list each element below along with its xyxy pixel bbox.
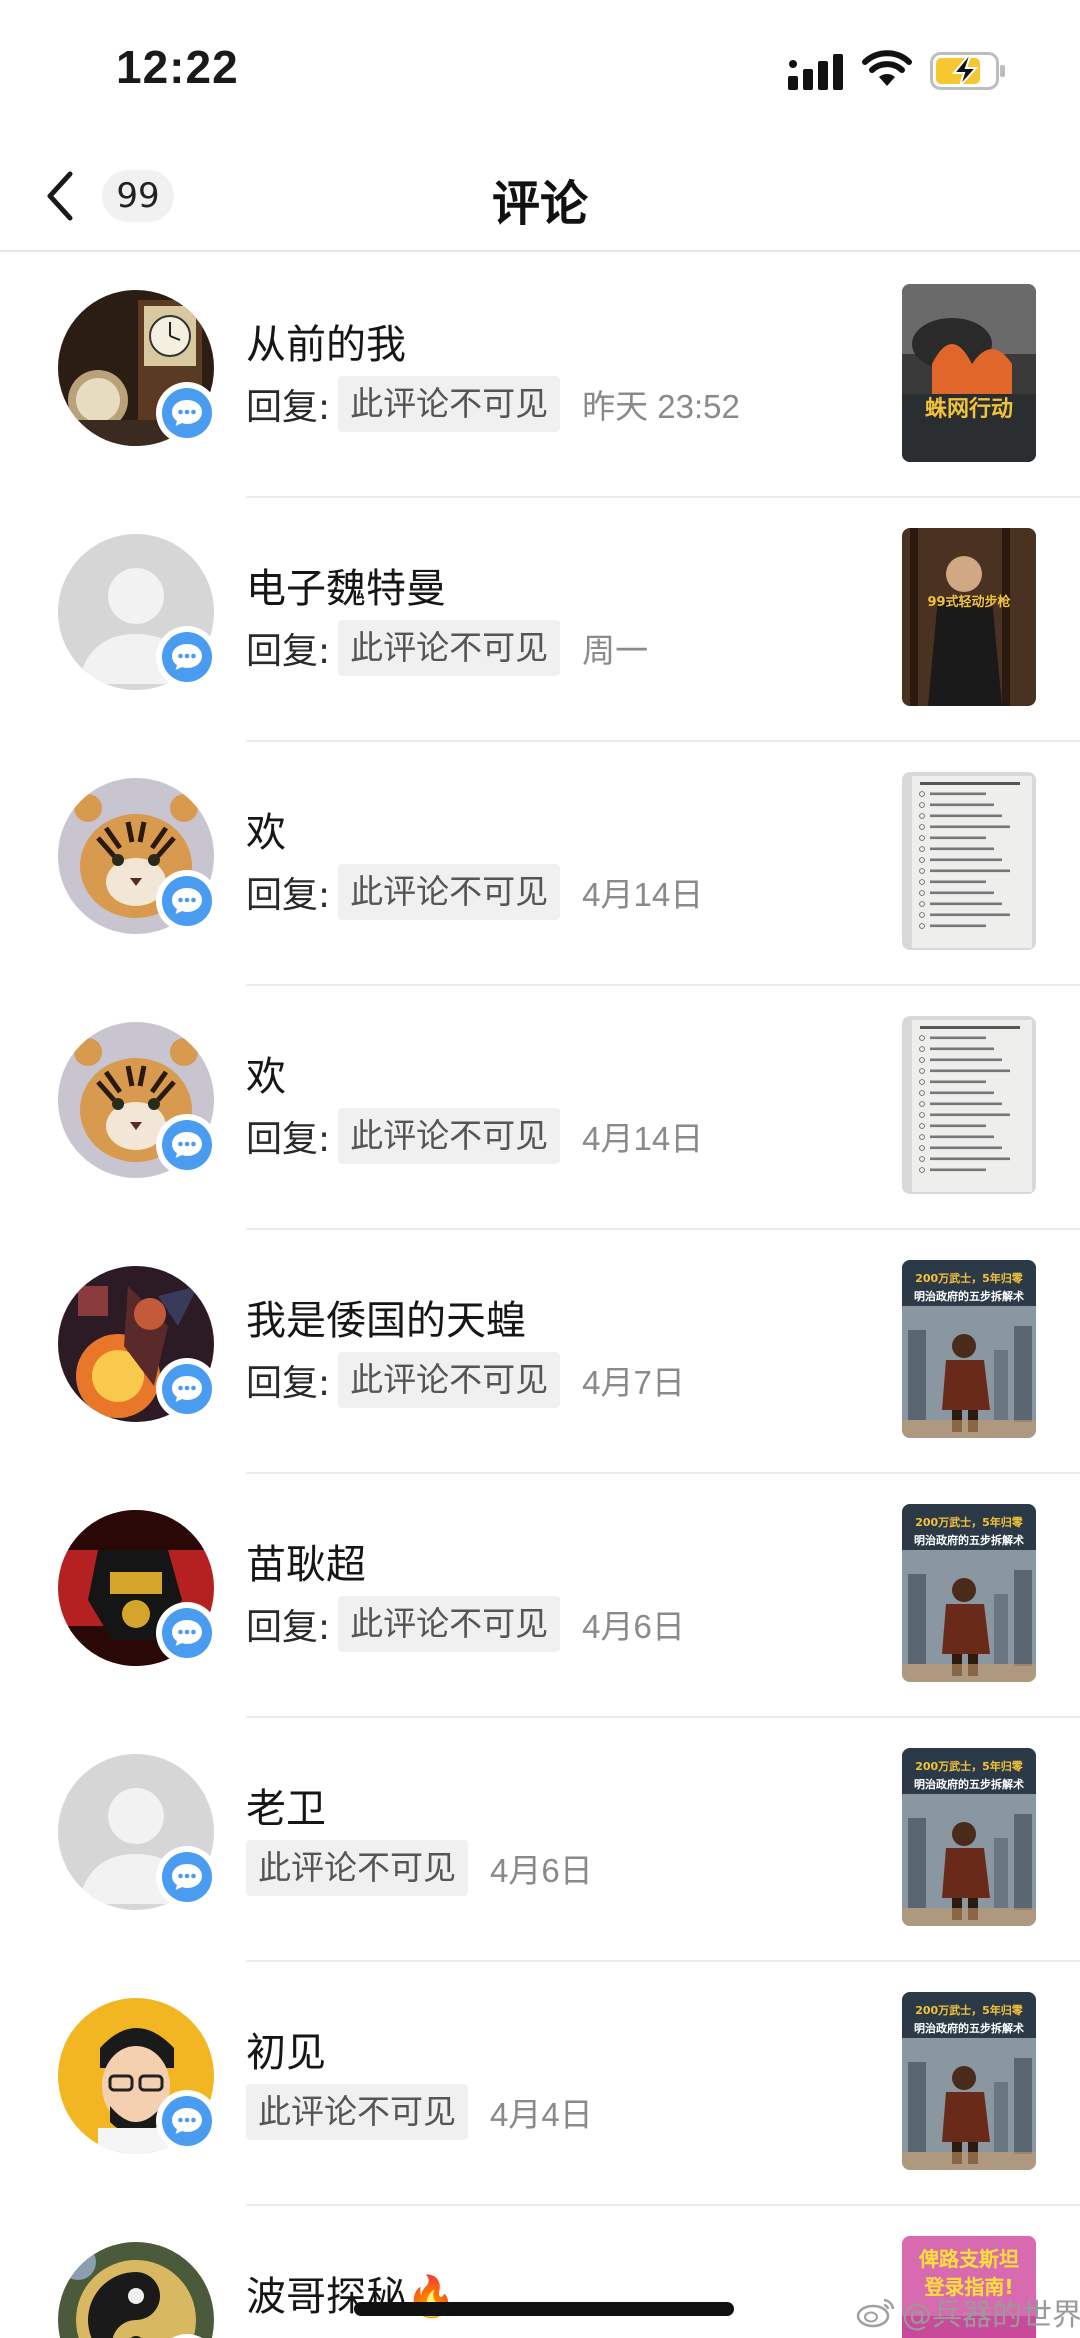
reply-prefix: 回复: — [246, 1363, 331, 1404]
post-thumbnail[interactable]: 200万武士，5年归零 明治政府的五步拆解术 — [902, 1748, 1036, 1926]
thumb-subtitle: 明治政府的五步拆解术 — [914, 1289, 1024, 1303]
comment-bubble-icon — [156, 1602, 218, 1664]
user-name[interactable]: 从前的我 — [246, 312, 406, 370]
weibo-logo-icon — [856, 2298, 895, 2328]
user-avatar[interactable] — [58, 2242, 218, 2338]
comment-notification-row[interactable]: 欢回复: 此评论不可见 4月14日 — [0, 742, 1080, 986]
user-name[interactable]: 欢 — [246, 1044, 286, 1102]
user-avatar[interactable] — [58, 1022, 218, 1178]
hidden-comment-chip: 此评论不可见 — [338, 620, 561, 676]
comment-notification-row[interactable]: 初见此评论不可见 4月4日 200万武士，5年归零 明治政府的五步拆解术 — [0, 1962, 1080, 2206]
post-thumbnail[interactable] — [902, 1016, 1036, 1194]
thumb-title: 200万武士，5年归零 — [915, 1271, 1024, 1285]
hidden-comment-chip: 此评论不可见 — [338, 376, 561, 432]
watermark-text: @兵器的世界 — [902, 2298, 1080, 2333]
battery-charging-icon — [930, 52, 1005, 90]
post-thumbnail[interactable]: 200万武士，5年归零 明治政府的五步拆解术 — [902, 1504, 1036, 1682]
post-thumbnail[interactable]: 99式轻动步枪 — [902, 528, 1036, 706]
user-avatar[interactable] — [58, 1754, 218, 1910]
thumb-title: 200万武士，5年归零 — [915, 1759, 1024, 1773]
avatar-image — [58, 2242, 214, 2338]
thumb-title: 俾路支斯坦 — [918, 2247, 1019, 2271]
post-thumbnail[interactable]: 200万武士，5年归零 明治政府的五步拆解术 — [902, 1260, 1036, 1438]
thumb-title: 200万武士，5年归零 — [915, 2003, 1024, 2017]
hidden-comment-chip: 此评论不可见 — [246, 2084, 468, 2140]
wifi-icon — [862, 50, 912, 86]
comment-time: 4月6日 — [582, 1608, 685, 1645]
comment-notification-row[interactable]: 从前的我回复: 此评论不可见 昨天 23:52 蛛网行动 — [0, 254, 1080, 498]
hidden-comment-chip: 此评论不可见 — [338, 1352, 561, 1408]
comment-meta: 此评论不可见 4月4日 — [246, 2084, 593, 2140]
comment-meta: 回复: 此评论不可见 昨天 23:52 — [246, 376, 740, 432]
hidden-comment-chip: 此评论不可见 — [246, 1840, 468, 1896]
comment-bubble-icon — [156, 1114, 218, 1176]
comment-notification-row[interactable]: 欢回复: 此评论不可见 4月14日 — [0, 986, 1080, 1230]
post-thumbnail[interactable]: 蛛网行动 — [902, 284, 1036, 462]
comment-notification-row[interactable]: 苗耿超回复: 此评论不可见 4月6日 200万武士，5年归零 明治政府的五步拆解术 — [0, 1474, 1080, 1718]
user-avatar[interactable] — [58, 1510, 218, 1666]
thumb-title: 蛛网行动 — [925, 396, 1013, 422]
user-name[interactable]: 欢 — [246, 800, 286, 858]
comment-bubble-icon — [156, 870, 218, 932]
user-avatar[interactable] — [58, 778, 218, 934]
comment-bubble-icon — [156, 2090, 218, 2152]
reply-prefix: 回复: — [246, 631, 331, 672]
comment-meta: 回复: 此评论不可见 4月6日 — [246, 1596, 685, 1652]
comment-notification-row[interactable]: 老卫此评论不可见 4月6日 200万武士，5年归零 明治政府的五步拆解术 — [0, 1718, 1080, 1962]
status-bar: 12:22 — [0, 0, 1080, 130]
comment-list: 从前的我 回复: 此评论不可见 昨天 23:52 蛛网行动 电子魏特曼 回复: 此评论不可见周… — [0, 254, 1080, 2338]
comment-notification-row[interactable]: 电子魏特曼回复: 此评论不可见 周一 99式轻动步枪 — [0, 498, 1080, 742]
status-time: 12:22 — [116, 41, 239, 93]
post-thumbnail[interactable]: 200万武士，5年归零 明治政府的五步拆解术 — [902, 1992, 1036, 2170]
hidden-comment-chip: 此评论不可见 — [338, 1108, 561, 1164]
hidden-comment-chip: 此评论不可见 — [338, 864, 561, 920]
thumb-title: 200万武士，5年归零 — [915, 1515, 1024, 1529]
user-avatar[interactable] — [58, 1266, 218, 1422]
comment-time: 4月7日 — [582, 1364, 685, 1401]
reply-prefix: 回复: — [246, 387, 331, 428]
nav-bar: 99 评论 — [0, 140, 1080, 252]
comment-bubble-icon — [156, 1358, 218, 1420]
user-avatar[interactable] — [58, 534, 218, 690]
comment-time: 4月4日 — [490, 2096, 593, 2133]
comment-time: 周一 — [582, 632, 649, 669]
app-screen: 12:22 99 评论 从前的我 回复: 此评论不可见 昨天 23:52 蛛网行… — [0, 0, 1080, 2338]
thumb-subtitle: 明治政府的五步拆解术 — [914, 2021, 1024, 2035]
comment-bubble-icon — [156, 1846, 218, 1908]
comment-bubble-icon — [156, 382, 218, 444]
comment-meta: 回复: 此评论不可见 4月14日 — [246, 1108, 703, 1164]
reply-prefix: 回复: — [246, 1607, 331, 1648]
home-indicator[interactable] — [354, 2302, 734, 2316]
reply-prefix: 回复: — [246, 1119, 331, 1160]
thumb-subtitle: 明治政府的五步拆解术 — [914, 1533, 1024, 1547]
user-name[interactable]: 苗耿超 — [246, 1532, 366, 1590]
user-avatar[interactable] — [58, 290, 218, 446]
comment-meta: 回复: 此评论不可见 4月7日 — [246, 1352, 685, 1408]
user-name[interactable]: 电子魏特曼 — [246, 556, 446, 614]
page-title: 评论 — [491, 176, 588, 232]
comment-time: 4月14日 — [582, 1120, 704, 1157]
hidden-comment-chip: 此评论不可见 — [338, 1596, 561, 1652]
comment-time: 昨天 23:52 — [582, 388, 740, 425]
user-avatar[interactable] — [58, 1998, 218, 2154]
user-name[interactable]: 老卫 — [246, 1776, 326, 1834]
thumb-title: 99式轻动步枪 — [927, 594, 1010, 610]
reply-prefix: 回复: — [246, 875, 331, 916]
comment-time: 4月6日 — [490, 1852, 593, 1889]
comment-meta: 回复: 此评论不可见 周一 — [246, 620, 648, 676]
post-thumbnail[interactable] — [902, 772, 1036, 950]
user-name[interactable]: 初见 — [246, 2020, 326, 2078]
thumb-subtitle: 明治政府的五步拆解术 — [914, 1777, 1024, 1791]
watermark: @兵器的世界 — [856, 2290, 1080, 2334]
user-name[interactable]: 我是倭国的天蝗 — [246, 1288, 526, 1346]
cellular-signal-icon — [788, 54, 843, 90]
comment-meta: 此评论不可见 4月6日 — [246, 1840, 593, 1896]
comment-time: 4月14日 — [582, 876, 704, 913]
comment-notification-row[interactable]: 我是倭国的天蝗回复: 此评论不可见 4月7日 200万武士，5年归零 明治政府的五步拆解… — [0, 1230, 1080, 1474]
comment-meta: 回复: 此评论不可见 4月14日 — [246, 864, 703, 920]
comment-bubble-icon — [156, 626, 218, 688]
